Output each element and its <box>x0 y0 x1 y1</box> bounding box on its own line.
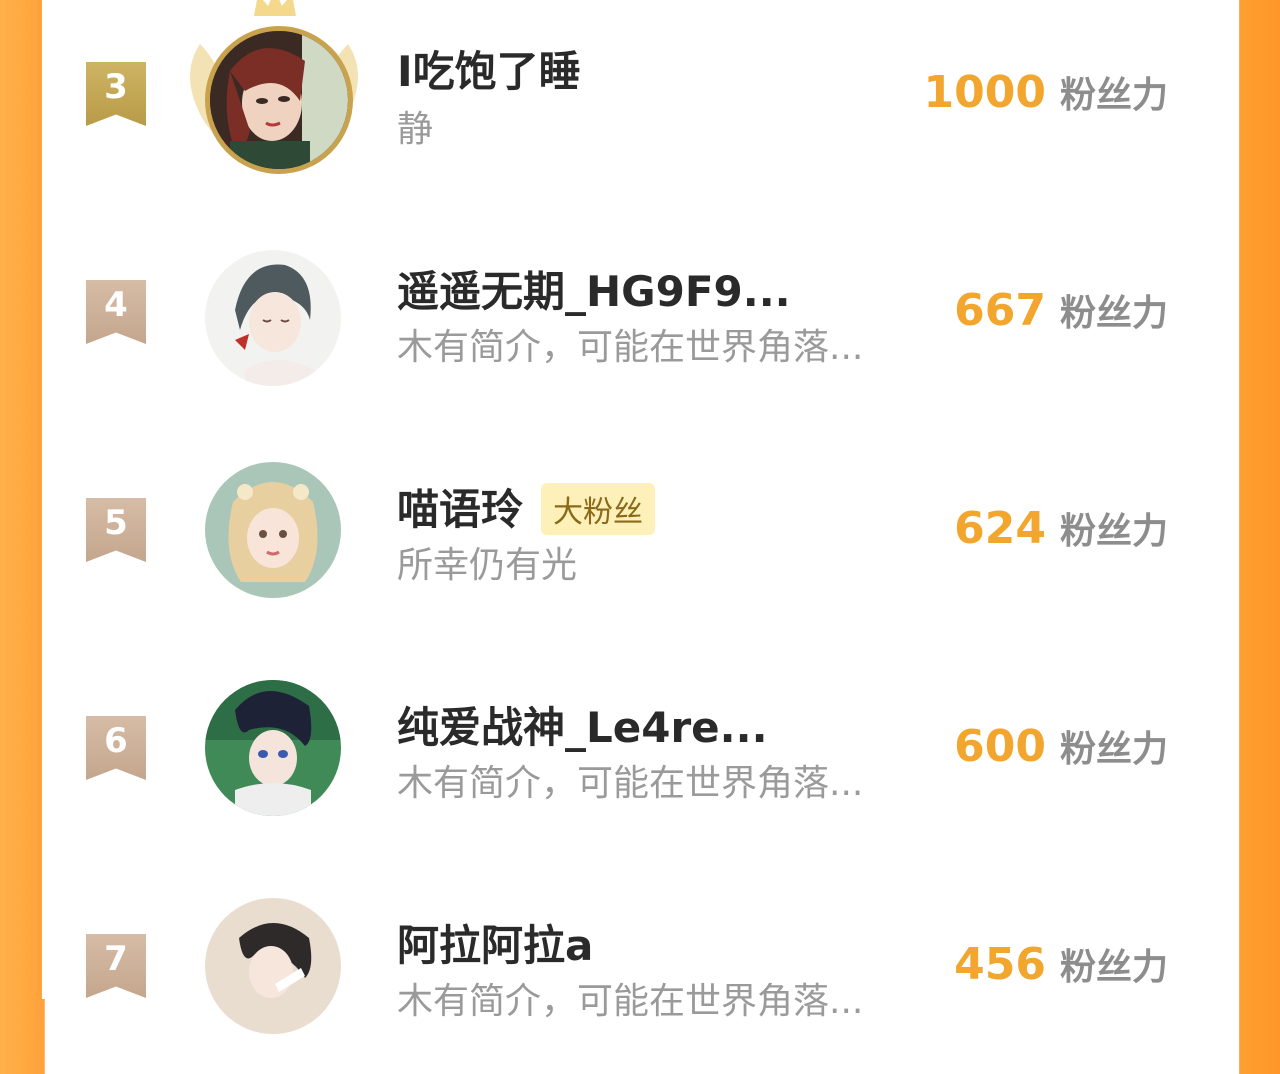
user-avatar[interactable] <box>205 462 341 598</box>
user-bio: 木有简介，可能在世界角落... <box>397 327 864 368</box>
ranking-row[interactable]: 4 遥遥无期_HG9F9... 木有简介，可能在世界角落... 667 粉丝力 <box>42 220 1238 420</box>
user-avatar[interactable] <box>205 26 353 174</box>
score-value: 456 <box>954 939 1046 990</box>
avatar-icon <box>205 898 341 1034</box>
fan-power-score: 1000 粉丝力 <box>924 66 1168 118</box>
rank-badge: 5 <box>86 498 146 562</box>
score-unit: 粉丝力 <box>1059 293 1168 334</box>
ranking-row[interactable]: 6 纯爱战神_Le4re... 木有简介，可能在世界角落... 600 粉丝力 <box>42 656 1238 856</box>
user-avatar[interactable] <box>205 250 341 386</box>
score-unit: 粉丝力 <box>1059 511 1168 552</box>
fan-ranking-board: 3 I吃饱了睡 静 1000 粉丝力 4 遥遥无期_HG9F9... 木有简介，… <box>42 0 1238 1034</box>
avatar-icon <box>205 680 341 816</box>
rank-badge: 7 <box>86 934 146 998</box>
fan-power-score: 624 粉丝力 <box>954 502 1168 554</box>
big-fan-badge: 大粉丝 <box>541 482 656 535</box>
crown-icon <box>254 0 296 16</box>
user-avatar[interactable] <box>205 680 341 816</box>
rank-badge: 4 <box>86 280 146 344</box>
rank-badge: 6 <box>86 716 146 780</box>
score-unit: 粉丝力 <box>1059 75 1168 116</box>
score-value: 1000 <box>923 67 1046 118</box>
user-name[interactable]: 遥遥无期_HG9F9... <box>397 258 791 319</box>
user-name-text: 喵语玲 <box>397 485 524 534</box>
user-bio: 木有简介，可能在世界角落... <box>397 981 864 1022</box>
ranking-row[interactable]: 3 I吃饱了睡 静 1000 粉丝力 <box>42 0 1238 200</box>
score-unit: 粉丝力 <box>1059 729 1168 770</box>
score-value: 667 <box>954 285 1046 336</box>
ranking-row[interactable]: 5 喵语玲 大粉丝 所幸仍有光 624 粉丝力 <box>42 438 1238 638</box>
score-value: 600 <box>954 721 1046 772</box>
user-bio: 所幸仍有光 <box>397 545 578 586</box>
ranking-row[interactable]: 7 阿拉阿拉a 木有简介，可能在世界角落... 456 粉丝力 <box>42 874 1238 1074</box>
user-name[interactable]: 纯爱战神_Le4re... <box>397 694 768 755</box>
user-bio: 木有简介，可能在世界角落... <box>397 763 864 804</box>
user-bio: 静 <box>397 109 434 150</box>
rank-badge: 3 <box>86 62 146 126</box>
avatar-icon <box>205 462 341 598</box>
avatar-icon <box>205 250 341 386</box>
score-unit: 粉丝力 <box>1059 947 1168 988</box>
user-name[interactable]: I吃饱了睡 <box>397 38 581 99</box>
crowned-avatar-icon <box>210 31 348 169</box>
user-avatar[interactable] <box>205 898 341 1034</box>
score-value: 624 <box>954 503 1046 554</box>
fan-power-score: 667 粉丝力 <box>954 284 1168 336</box>
user-name[interactable]: 阿拉阿拉a <box>397 912 593 973</box>
fan-power-score: 600 粉丝力 <box>954 720 1168 772</box>
fan-power-score: 456 粉丝力 <box>954 938 1168 990</box>
user-name[interactable]: 喵语玲 大粉丝 <box>397 476 656 539</box>
